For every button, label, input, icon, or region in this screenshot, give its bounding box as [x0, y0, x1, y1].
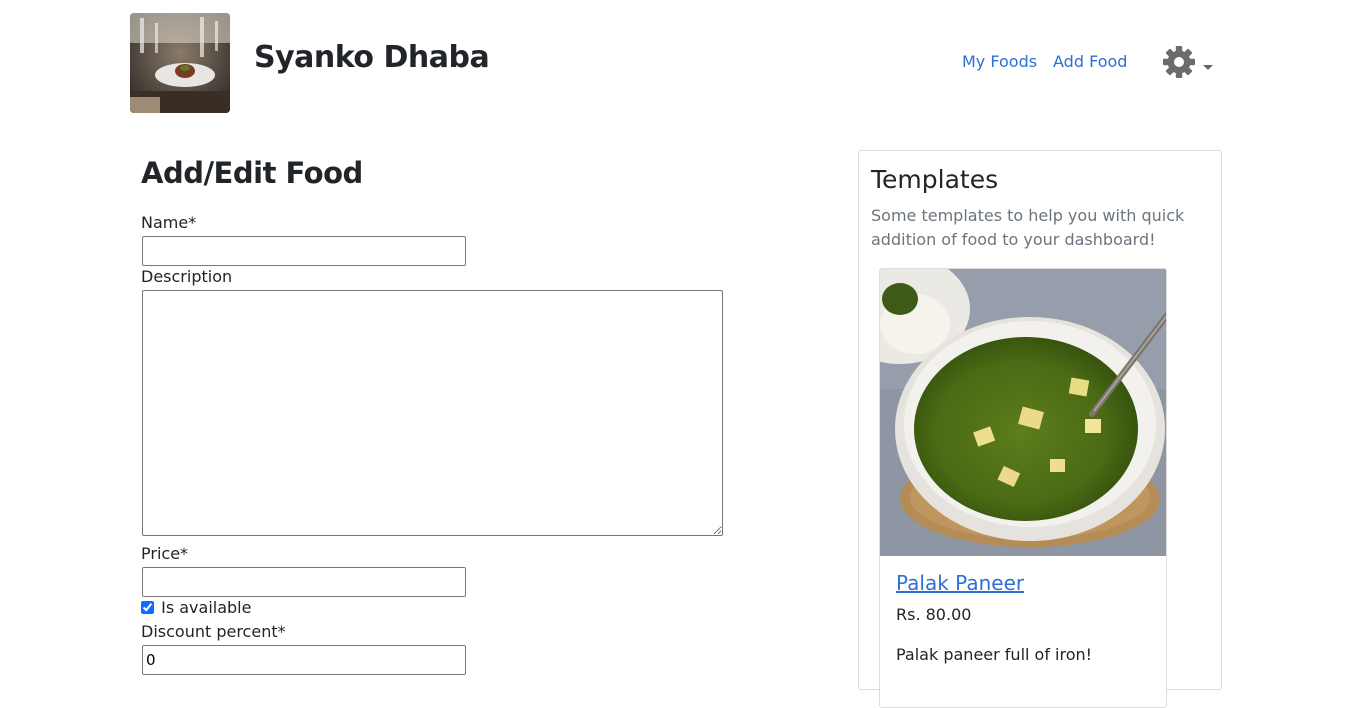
templates-card: Templates Some templates to help you wit… [858, 150, 1222, 708]
description-textarea[interactable] [142, 290, 723, 536]
is-available-checkbox[interactable] [141, 601, 154, 614]
is-available-row: Is available [141, 598, 251, 618]
template-food-price: Rs. 80.00 [896, 605, 972, 624]
page-title: Add/Edit Food [141, 156, 363, 190]
gear-icon [1163, 46, 1195, 78]
restaurant-logo[interactable] [130, 13, 230, 113]
templates-title: Templates [871, 165, 999, 194]
nav-add-food-link[interactable]: Add Food [1053, 52, 1127, 71]
brand-name[interactable]: Syanko Dhaba [254, 40, 490, 75]
name-label: Name* [141, 213, 197, 232]
settings-dropdown[interactable] [1162, 45, 1218, 79]
food-image [880, 269, 1166, 556]
price-input[interactable] [142, 567, 466, 597]
discount-label: Discount percent* [141, 622, 286, 641]
top-header: Syanko Dhaba My Foods Add Food [0, 0, 1350, 125]
description-label: Description [141, 267, 233, 286]
template-food-name-link[interactable]: Palak Paneer [896, 571, 1024, 595]
template-food-description: Palak paneer full of iron! [896, 645, 1093, 664]
chevron-down-icon [1203, 65, 1213, 70]
is-available-label: Is available [161, 598, 252, 617]
price-label: Price* [141, 544, 189, 563]
name-input[interactable] [142, 236, 466, 266]
template-food-card[interactable]: Palak Paneer Rs. 80.00 Palak paneer full… [879, 268, 1167, 708]
nav-my-foods-link[interactable]: My Foods [962, 52, 1037, 71]
templates-subtitle: Some templates to help you with quick ad… [871, 206, 1185, 249]
